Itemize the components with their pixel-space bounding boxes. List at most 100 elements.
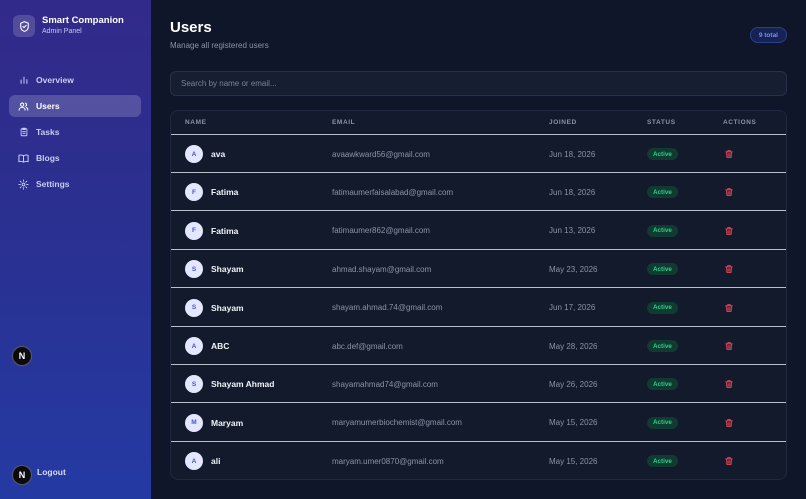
user-name: ABC: [211, 341, 230, 351]
column-header-name: NAME: [185, 119, 207, 126]
sidebar-item-tasks[interactable]: Tasks: [9, 121, 141, 143]
column-header-actions: ACTIONS: [723, 119, 757, 126]
email-cell: fatimaumerfaisalabad@gmail.com: [332, 173, 453, 211]
table-row: S Shayam ahmad.shayam@gmail.com May 23, 202…: [171, 250, 786, 289]
shield-icon: [13, 15, 35, 37]
bar-chart-icon: [18, 75, 29, 86]
delete-user-button[interactable]: [723, 378, 735, 390]
delete-user-button[interactable]: [723, 225, 735, 237]
sidebar-item-label: Settings: [36, 179, 70, 189]
main-content: Users Manage all registered users 9 tota…: [151, 0, 806, 499]
app-badge[interactable]: N: [12, 346, 32, 366]
user-email: fatimaumer862@gmail.com: [332, 226, 430, 236]
trash-icon: [725, 265, 733, 274]
delete-user-button[interactable]: [723, 417, 735, 429]
email-cell: ahmad.shayam@gmail.com: [332, 250, 431, 288]
user-cell: F Fatima: [185, 212, 238, 250]
status-badge: Active: [647, 301, 678, 314]
user-name: Shayam: [211, 264, 244, 275]
delete-user-button[interactable]: [723, 455, 735, 467]
status-badge: Active: [647, 224, 678, 237]
column-header-joined: JOINED: [549, 119, 577, 126]
gear-icon: [18, 178, 29, 190]
trash-icon: [725, 303, 733, 312]
user-cell: S Shayam Ahmad: [185, 365, 274, 403]
status-cell: Active: [647, 135, 678, 173]
delete-user-button[interactable]: [723, 263, 735, 275]
book-icon: [18, 153, 29, 164]
status-cell: Active: [647, 442, 678, 479]
joined-cell: Jun 13, 2026: [549, 212, 595, 250]
status-cell: Active: [647, 250, 678, 288]
status-badge: Active: [647, 186, 678, 199]
user-cell: Aava: [185, 135, 225, 173]
status-badge: Active: [647, 148, 678, 160]
email-cell: avaawkward56@gmail.com: [332, 135, 430, 173]
user-email: avaawkward56@gmail.com: [332, 149, 430, 159]
joined-cell: May 23, 2026: [549, 250, 597, 288]
user-name: Fatima: [211, 187, 239, 198]
table-row: Aava avaawkward56@gmail.com Jun 18, 2026 Ac…: [171, 135, 786, 173]
sidebar-item-settings[interactable]: Settings: [9, 173, 141, 195]
status-cell: Active: [647, 212, 678, 250]
user-name: Shayam: [211, 302, 244, 313]
column-header-email: EMAIL: [332, 119, 356, 126]
search-input[interactable]: [170, 71, 787, 96]
table-header: NAME EMAIL JOINED STATUS ACTIONS: [171, 111, 786, 135]
joined-cell: May 28, 2026: [549, 327, 597, 365]
delete-user-button[interactable]: [723, 148, 735, 160]
trash-icon: [725, 342, 733, 350]
joined-date: Jun 18, 2026: [549, 149, 596, 159]
trash-icon: [725, 418, 733, 427]
brand: Smart Companion Admin Panel: [13, 15, 124, 37]
status-cell: Active: [647, 404, 678, 442]
trash-icon: [725, 457, 733, 466]
table-row: S Shayam Ahmad shayamahmad74@gmail.com May …: [171, 365, 786, 404]
table-row: A ABC abc.def@gmail.com May 28, 2026 Active: [171, 327, 786, 365]
sidebar-item-users[interactable]: Users: [9, 95, 141, 117]
user-cell: Aali: [185, 442, 221, 479]
sidebar-item-label: Users: [36, 101, 60, 111]
user-cell: A ABC: [185, 327, 229, 365]
status-cell: Active: [647, 289, 678, 327]
user-avatar-badge[interactable]: N: [12, 465, 32, 485]
sidebar-item-blogs[interactable]: Blogs: [9, 147, 141, 169]
status-badge: Active: [647, 455, 678, 468]
delete-user-button[interactable]: [723, 340, 735, 352]
sidebar-item-label: Tasks: [36, 127, 60, 137]
joined-cell: Jun 18, 2026: [549, 135, 595, 173]
sidebar-item-overview[interactable]: Overview: [9, 69, 141, 91]
joined-cell: Jun 17, 2026: [549, 289, 595, 327]
sidebar-nav: Overview Users Tasks Blogs Settings: [9, 69, 141, 199]
email-cell: fatimaumer862@gmail.com: [332, 212, 430, 250]
user-email: shayam.ahmad.74@gmail.com: [332, 303, 443, 313]
status-cell: Active: [647, 173, 678, 211]
brand-title: Smart Companion: [42, 15, 124, 26]
actions-cell: [723, 365, 735, 403]
user-email: ahmad.shayam@gmail.com: [332, 264, 432, 274]
table-row: M Maryam maryamumerbiochemist@gmail.com May…: [171, 404, 786, 442]
user-name: ali: [211, 456, 221, 467]
actions-cell: [723, 404, 735, 442]
user-name: Fatima: [211, 225, 239, 236]
user-name: Maryam: [211, 417, 244, 428]
trash-icon: [725, 226, 733, 235]
page-subtitle: Manage all registered users: [170, 41, 269, 50]
status-badge: Active: [647, 416, 678, 429]
trash-icon: [725, 150, 733, 158]
delete-user-button[interactable]: [723, 302, 735, 314]
status-badge: Active: [647, 378, 678, 391]
avatar: S: [185, 260, 203, 279]
joined-cell: May 15, 2026: [549, 442, 597, 479]
users-table: NAME EMAIL JOINED STATUS ACTIONS Aava ava…: [170, 110, 787, 480]
total-count-badge: 9 total: [749, 27, 787, 43]
actions-cell: [723, 442, 735, 479]
user-email: shayamahmad74@gmail.com: [332, 379, 438, 389]
joined-date: Jun 18, 2026: [549, 187, 596, 197]
user-name: Shayam Ahmad: [211, 379, 275, 390]
logout-button[interactable]: Logout: [37, 467, 66, 477]
table-row: F Fatima fatimaumer862@gmail.com Jun 13, 20…: [171, 212, 786, 250]
delete-user-button[interactable]: [723, 186, 735, 198]
trash-icon: [725, 188, 733, 197]
sidebar-item-label: Blogs: [36, 153, 60, 163]
